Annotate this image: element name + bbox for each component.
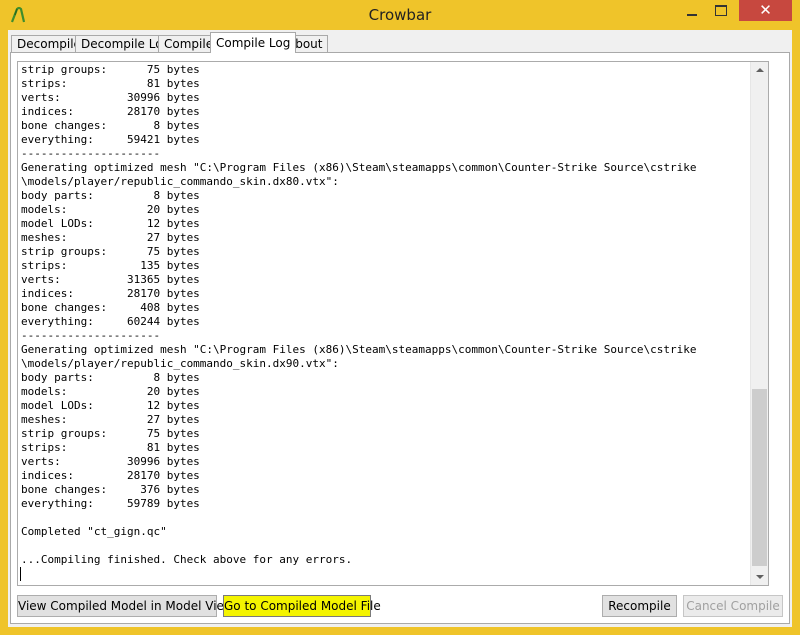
client-area: Decompiler Decompile Log Compiler Compil… <box>8 30 792 627</box>
tab-compile-log[interactable]: Compile Log <box>210 32 297 53</box>
compile-log-textbox[interactable]: strip groups: 75 bytes strips: 81 bytes … <box>17 61 769 586</box>
cancel-compile-button[interactable]: Cancel Compile <box>683 595 783 617</box>
minimize-icon[interactable] <box>678 0 706 21</box>
vertical-scrollbar[interactable] <box>750 62 768 585</box>
scroll-up-icon[interactable] <box>751 62 768 79</box>
recompile-button[interactable]: Recompile <box>602 595 677 617</box>
scroll-thumb[interactable] <box>752 389 767 566</box>
text-caret <box>20 567 21 581</box>
maximize-icon[interactable] <box>707 0 735 21</box>
app-window: Crowbar ✕ Decompiler Decompile Log Compi… <box>0 0 800 635</box>
scroll-down-icon[interactable] <box>751 568 768 585</box>
go-to-compiled-model-file-button[interactable]: Go to Compiled Model File <box>223 595 381 617</box>
compile-log-text: strip groups: 75 bytes strips: 81 bytes … <box>21 63 697 566</box>
compile-log-panel: strip groups: 75 bytes strips: 81 bytes … <box>10 52 790 624</box>
title-bar[interactable]: Crowbar ✕ <box>0 0 800 30</box>
close-icon[interactable]: ✕ <box>739 0 792 21</box>
view-compiled-model-button[interactable]: View Compiled Model in Model Viewer <box>17 595 246 617</box>
